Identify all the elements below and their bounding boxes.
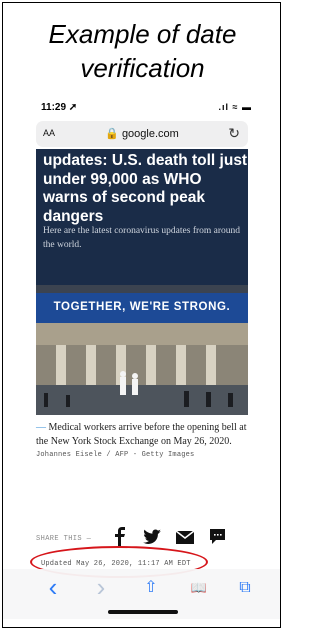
headline-block: updates: U.S. death toll just under 99,0…: [36, 149, 248, 285]
share-row: SHARE THIS —: [36, 527, 250, 547]
home-indicator: [108, 610, 178, 614]
status-indicators: .ıl ≈ ▬: [218, 102, 252, 112]
twitter-icon[interactable]: [142, 529, 162, 546]
caption: Example of date verification: [3, 17, 280, 85]
reload-icon[interactable]: ↻: [228, 125, 240, 142]
banner-text: TOGETHER, WE'RE STRONG.: [53, 301, 231, 313]
article-photo: TOGETHER, WE'RE STRONG.: [36, 285, 248, 415]
status-time: 11:29 ➚: [41, 102, 78, 113]
forward-button[interactable]: ›: [91, 574, 111, 600]
share-button[interactable]: ⇧: [141, 578, 161, 598]
address-bar[interactable]: AA 🔒 google.com ↻: [36, 121, 248, 147]
tabs-button[interactable]: ⧉: [235, 578, 255, 598]
photo-credit: Johannes Eisele / AFP - Getty Images: [36, 451, 195, 459]
email-icon[interactable]: [176, 531, 194, 544]
caption-dash: —: [36, 422, 46, 433]
article-dek: Here are the latest coronavirus updates …: [43, 226, 241, 250]
article-headline: updates: U.S. death toll just under 99,0…: [43, 152, 248, 225]
photo-caption-text: Medical workers arrive before the openin…: [36, 422, 247, 447]
caption-line-1: Example of date: [48, 19, 237, 49]
share-label: SHARE THIS —: [36, 535, 92, 543]
url-text[interactable]: 🔒 google.com: [36, 127, 248, 140]
status-bar: 11:29 ➚ .ıl ≈ ▬: [3, 101, 280, 119]
back-button[interactable]: ‹: [43, 574, 63, 600]
photo-caption: — Medical workers arrive before the open…: [36, 421, 250, 449]
facebook-icon[interactable]: [114, 527, 126, 547]
bookmarks-button[interactable]: 📖: [189, 578, 209, 598]
slide-frame: Example of date verification 11:29 ➚ .ıl…: [2, 2, 281, 628]
caption-line-2: verification: [80, 53, 205, 83]
comment-icon[interactable]: [210, 529, 225, 545]
